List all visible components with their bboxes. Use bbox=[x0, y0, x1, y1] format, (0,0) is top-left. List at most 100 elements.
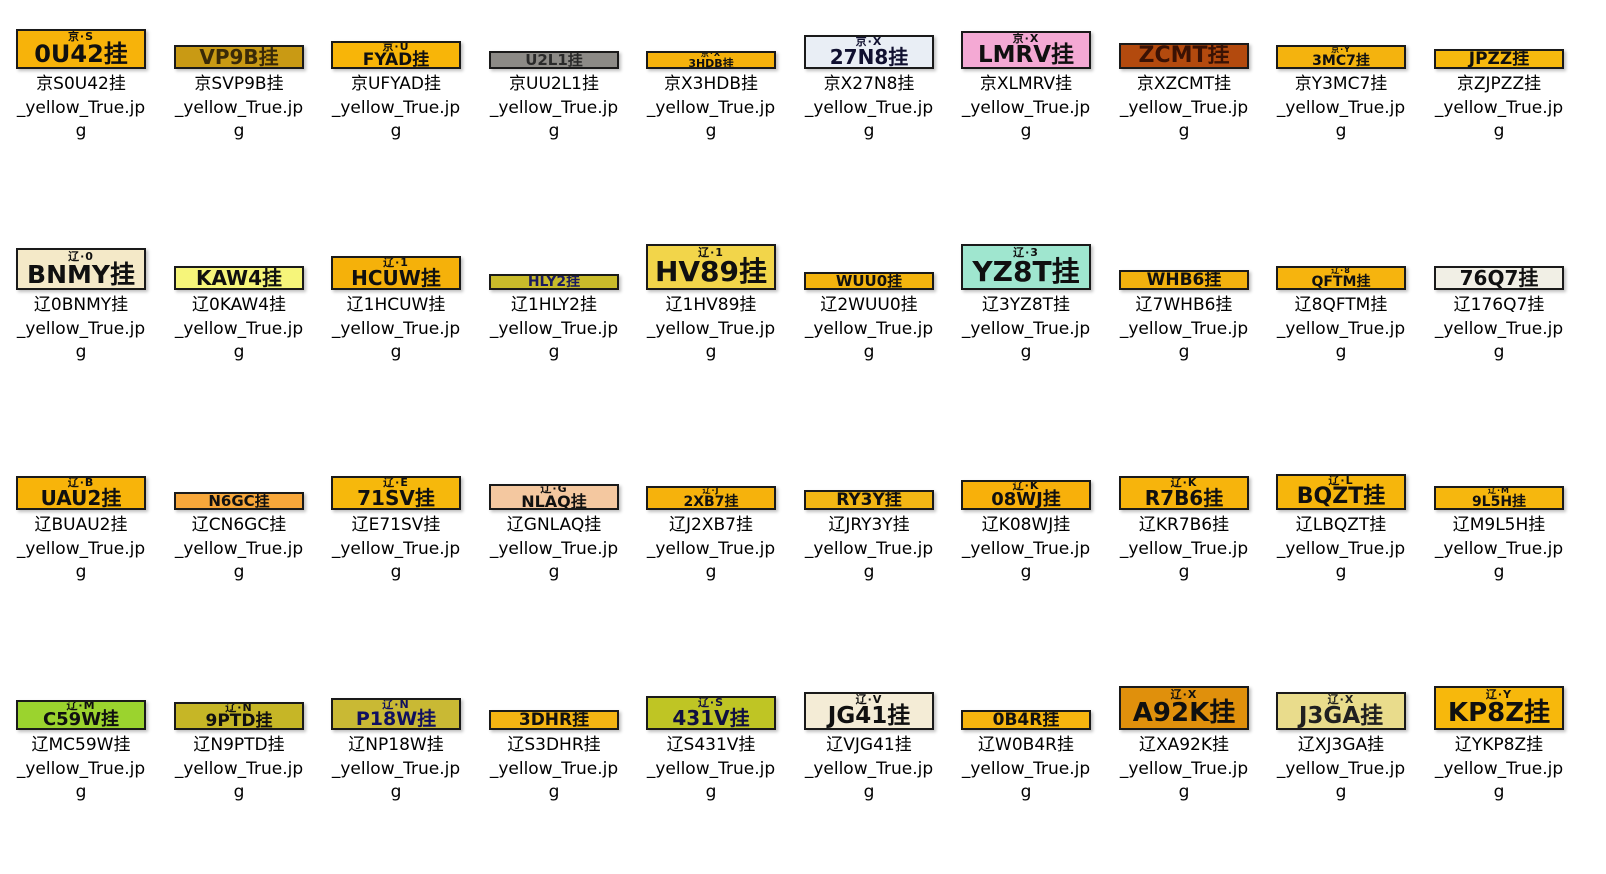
file-tile[interactable]: JPZZ挂 京ZJPZZ挂 _yellow_True.jp g bbox=[1424, 13, 1574, 213]
license-plate-thumbnail[interactable]: 辽·E 71SV挂 bbox=[331, 476, 461, 510]
thumbnail-area: WHB6挂 bbox=[1119, 234, 1249, 290]
file-tile[interactable]: U2L1挂 京UU2L1挂 _yellow_True.jp g bbox=[479, 13, 629, 213]
license-plate-thumbnail[interactable]: RY3Y挂 bbox=[804, 490, 934, 510]
license-plate-thumbnail[interactable]: VP9B挂 bbox=[174, 45, 304, 69]
file-name-line: _yellow_True.jp bbox=[646, 758, 776, 779]
license-plate-thumbnail[interactable]: 辽·J 2XB7挂 bbox=[646, 486, 776, 510]
license-plate-thumbnail[interactable]: 辽·X J3GA挂 bbox=[1276, 692, 1406, 730]
file-tile[interactable]: 辽·M 9L5H挂 辽M9L5H挂 _yellow_True.jp g bbox=[1424, 454, 1574, 654]
file-tile[interactable]: 京·Y 3MC7挂 京Y3MC7挂 _yellow_True.jp g bbox=[1266, 13, 1416, 213]
license-plate-thumbnail[interactable]: 辽·X A92K挂 bbox=[1119, 686, 1249, 730]
license-plate-thumbnail[interactable]: 辽·V JG41挂 bbox=[804, 692, 934, 730]
license-plate-thumbnail[interactable]: 辽·K R7B6挂 bbox=[1119, 476, 1249, 510]
license-plate-thumbnail[interactable]: 辽·M 9L5H挂 bbox=[1434, 486, 1564, 510]
file-tile[interactable]: 辽·X J3GA挂 辽XJ3GA挂 _yellow_True.jp g bbox=[1266, 674, 1416, 874]
file-tile[interactable]: 京·X LMRV挂 京XLMRV挂 _yellow_True.jp g bbox=[951, 13, 1101, 213]
file-tile[interactable]: 辽·V JG41挂 辽VJG41挂 _yellow_True.jp g bbox=[794, 674, 944, 874]
file-name-label: 辽GNLAQ挂 _yellow_True.jp g bbox=[479, 514, 629, 585]
file-tile[interactable]: 辽·M C59W挂 辽MC59W挂 _yellow_True.jp g bbox=[6, 674, 156, 874]
file-tile[interactable]: 辽·N 9PTD挂 辽N9PTD挂 _yellow_True.jp g bbox=[164, 674, 314, 874]
file-name-line: g bbox=[390, 562, 402, 582]
license-plate-thumbnail[interactable]: 京·U FYAD挂 bbox=[331, 41, 461, 69]
file-tile[interactable]: WHB6挂 辽7WHB6挂 _yellow_True.jp g bbox=[1109, 234, 1259, 434]
file-tile[interactable]: 京·U FYAD挂京UFYAD挂 _yellow_True.jp g bbox=[321, 13, 471, 213]
file-tile[interactable]: ZCMT挂 京XZCMT挂 _yellow_True.jp g bbox=[1109, 13, 1259, 213]
license-plate-thumbnail[interactable]: 辽·M C59W挂 bbox=[16, 700, 146, 730]
file-tile[interactable]: 辽·X A92K挂 辽XA92K挂 _yellow_True.jp g bbox=[1109, 674, 1259, 874]
file-tile[interactable]: 辽·K R7B6挂 辽KR7B6挂 _yellow_True.jp g bbox=[1109, 454, 1259, 654]
file-tile[interactable]: 辽·B UAU2挂 辽BUAU2挂 _yellow_True.jp g bbox=[6, 454, 156, 654]
file-name-line: 辽3YZ8T挂 bbox=[981, 295, 1071, 315]
license-plate-thumbnail[interactable]: 京·X LMRV挂 bbox=[961, 31, 1091, 69]
license-plate-thumbnail[interactable]: 辽·0 BNMY挂 bbox=[16, 248, 146, 290]
license-plate-thumbnail[interactable]: 辽·K 08WJ挂 bbox=[961, 480, 1091, 510]
file-tile[interactable]: 辽·0 BNMY挂 辽0BNMY挂 _yellow_True.jp g bbox=[6, 234, 156, 434]
license-plate-thumbnail[interactable]: 辽·G NLAQ挂 bbox=[489, 484, 619, 510]
file-tile[interactable]: KAW4挂 辽0KAW4挂 _yellow_True.jp g bbox=[164, 234, 314, 434]
license-plate-thumbnail[interactable]: 0B4R挂 bbox=[961, 710, 1091, 730]
license-plate-thumbnail[interactable]: 辽·Y KP8Z挂 bbox=[1434, 686, 1564, 730]
thumbnail-area: RY3Y挂 bbox=[804, 454, 934, 510]
license-plate-thumbnail[interactable]: WHB6挂 bbox=[1119, 270, 1249, 290]
file-tile[interactable]: RY3Y挂 辽JRY3Y挂 _yellow_True.jp g bbox=[794, 454, 944, 654]
file-tile[interactable]: 辽·G NLAQ挂辽GNLAQ挂 _yellow_True.jp g bbox=[479, 454, 629, 654]
file-name-label: 京S0U42挂 _yellow_True.jp g bbox=[6, 73, 156, 144]
file-tile[interactable]: 辽·N P18W挂 辽NP18W挂 _yellow_True.jp g bbox=[321, 674, 471, 874]
file-tile[interactable]: 辽·J 2XB7挂 辽J2XB7挂 _yellow_True.jp g bbox=[636, 454, 786, 654]
file-name-label: 辽S3DHR挂 _yellow_True.jp g bbox=[479, 734, 629, 805]
file-tile[interactable]: 辽·8 QFTM挂 辽8QFTM挂 _yellow_True.jp g bbox=[1266, 234, 1416, 434]
license-plate-thumbnail[interactable]: KAW4挂 bbox=[174, 266, 304, 290]
license-plate-thumbnail[interactable]: JPZZ挂 bbox=[1434, 49, 1564, 69]
license-plate-thumbnail[interactable]: 辽·3 YZ8T挂 bbox=[961, 244, 1091, 290]
license-plate-thumbnail[interactable]: N6GC挂 bbox=[174, 492, 304, 510]
file-name-line: _yellow_True.jp bbox=[331, 758, 461, 779]
file-tile[interactable]: 3DHR挂辽S3DHR挂 _yellow_True.jp g bbox=[479, 674, 629, 874]
file-tile[interactable]: 辽·E 71SV挂 辽E71SV挂 _yellow_True.jp g bbox=[321, 454, 471, 654]
license-plate-thumbnail[interactable]: HLY2挂 bbox=[489, 274, 619, 290]
file-tile[interactable]: 京·S 0U42挂 京S0U42挂 _yellow_True.jp g bbox=[6, 13, 156, 213]
file-name-line: 京SVP9B挂 bbox=[194, 74, 284, 94]
license-plate-thumbnail[interactable]: ZCMT挂 bbox=[1119, 43, 1249, 69]
file-name-line: 京XLMRV挂 bbox=[979, 74, 1073, 94]
license-plate-thumbnail[interactable]: 3DHR挂 bbox=[489, 710, 619, 730]
file-name-label: 辽2WUU0挂 _yellow_True.jp g bbox=[794, 294, 944, 365]
license-plate-thumbnail[interactable]: U2L1挂 bbox=[489, 51, 619, 69]
license-plate-thumbnail[interactable]: 京·X 27N8挂 bbox=[804, 35, 934, 69]
file-tile[interactable]: 76Q7挂 辽176Q7挂 _yellow_True.jp g bbox=[1424, 234, 1574, 434]
license-plate-thumbnail[interactable]: 辽·N P18W挂 bbox=[331, 698, 461, 730]
license-plate-thumbnail[interactable]: 辽·1 HCUW挂 bbox=[331, 256, 461, 290]
license-plate-thumbnail[interactable]: 辽·B UAU2挂 bbox=[16, 476, 146, 510]
file-tile[interactable]: 辽·Y KP8Z挂 辽YKP8Z挂 _yellow_True.jp g bbox=[1424, 674, 1574, 874]
file-name-line: _yellow_True.jp bbox=[1276, 318, 1406, 339]
license-plate-thumbnail[interactable]: 京·S 0U42挂 bbox=[16, 29, 146, 69]
file-tile[interactable]: 辽·K 08WJ挂 辽K08WJ挂 _yellow_True.jp g bbox=[951, 454, 1101, 654]
file-name-line: g bbox=[1178, 121, 1190, 141]
plate-number: J3GA挂 bbox=[1298, 702, 1384, 729]
file-tile[interactable]: 京·X 3HDB挂 京X3HDB挂 _yellow_True.jp g bbox=[636, 13, 786, 213]
license-plate-thumbnail[interactable]: 京·Y 3MC7挂 bbox=[1276, 45, 1406, 69]
license-plate-thumbnail[interactable]: 京·X 3HDB挂 bbox=[646, 51, 776, 69]
file-tile[interactable]: N6GC挂 辽CN6GC挂 _yellow_True.jp g bbox=[164, 454, 314, 654]
license-plate-thumbnail[interactable]: 辽·8 QFTM挂 bbox=[1276, 266, 1406, 290]
file-tile[interactable]: HLY2挂 辽1HLY2挂 _yellow_True.jp g bbox=[479, 234, 629, 434]
thumbnail-area: U2L1挂 bbox=[489, 13, 619, 69]
file-tile[interactable]: WUU0挂辽2WUU0挂 _yellow_True.jp g bbox=[794, 234, 944, 434]
file-tile[interactable]: 0B4R挂 辽W0B4R挂 _yellow_True.jp g bbox=[951, 674, 1101, 874]
license-plate-thumbnail[interactable]: 76Q7挂 bbox=[1434, 266, 1564, 290]
license-plate-thumbnail[interactable]: 辽·L BQZT挂 bbox=[1276, 474, 1406, 510]
license-plate-thumbnail[interactable]: 辽·N 9PTD挂 bbox=[174, 702, 304, 730]
file-name-label: 京UFYAD挂 _yellow_True.jp g bbox=[321, 73, 471, 144]
license-plate-thumbnail[interactable]: WUU0挂 bbox=[804, 272, 934, 290]
file-tile[interactable]: 辽·1 HV89挂 辽1HV89挂 _yellow_True.jp g bbox=[636, 234, 786, 434]
file-name-line: _yellow_True.jp bbox=[961, 538, 1091, 559]
file-name-line: _yellow_True.jp bbox=[1434, 97, 1564, 118]
license-plate-thumbnail[interactable]: 辽·1 HV89挂 bbox=[646, 244, 776, 290]
file-tile[interactable]: 辽·1 HCUW挂 辽1HCUW挂 _yellow_True.jp g bbox=[321, 234, 471, 434]
file-tile[interactable]: 京·X 27N8挂 京X27N8挂 _yellow_True.jp g bbox=[794, 13, 944, 213]
file-tile[interactable]: VP9B挂 京SVP9B挂 _yellow_True.jp g bbox=[164, 13, 314, 213]
file-tile[interactable]: 辽·S 431V挂 辽S431V挂 _yellow_True.jp g bbox=[636, 674, 786, 874]
thumbnail-area: 辽·L BQZT挂 bbox=[1276, 454, 1406, 510]
file-tile[interactable]: 辽·3 YZ8T挂 辽3YZ8T挂 _yellow_True.jp g bbox=[951, 234, 1101, 434]
file-tile[interactable]: 辽·L BQZT挂 辽LBQZT挂 _yellow_True.jp g bbox=[1266, 454, 1416, 654]
license-plate-thumbnail[interactable]: 辽·S 431V挂 bbox=[646, 696, 776, 730]
